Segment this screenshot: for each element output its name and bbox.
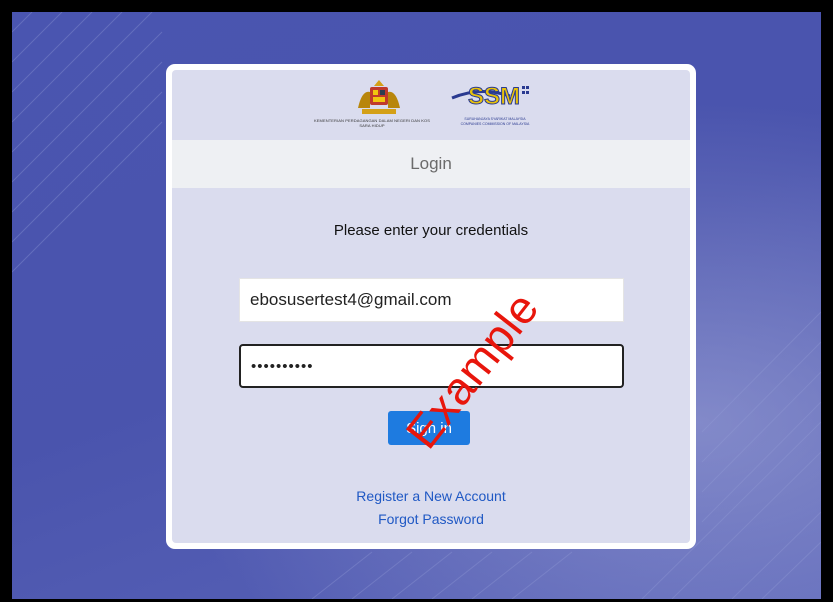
email-input[interactable]: ebosusertest4@gmail.com (239, 278, 624, 322)
login-card: KEMENTERIAN PERDAGANGAN DALAM NEGERI DAN… (166, 64, 696, 549)
sign-in-button[interactable]: Sign in (388, 411, 470, 445)
ssm-org-text: SURUHANJAYA SYARIKAT MALAYSIA COMPANIES … (460, 117, 530, 126)
login-card-body: KEMENTERIAN PERDAGANGAN DALAM NEGERI DAN… (172, 70, 690, 543)
malaysia-crest-icon (358, 80, 400, 114)
ssm-logo-letters: SSM (468, 83, 520, 110)
logo-bar: KEMENTERIAN PERDAGANGAN DALAM NEGERI DAN… (172, 70, 690, 140)
background-frame: KEMENTERIAN PERDAGANGAN DALAM NEGERI DAN… (12, 12, 821, 599)
credentials-prompt: Please enter your credentials (333, 222, 529, 239)
forgot-password-link[interactable]: Forgot Password (172, 511, 690, 527)
login-title: Login (172, 140, 690, 188)
register-account-link[interactable]: Register a New Account (172, 488, 690, 504)
ministry-text: KEMENTERIAN PERDAGANGAN DALAM NEGERI DAN… (314, 118, 430, 128)
ssm-logo-icon: SSM (451, 83, 529, 111)
password-input[interactable]: •••••••••• (239, 344, 624, 388)
